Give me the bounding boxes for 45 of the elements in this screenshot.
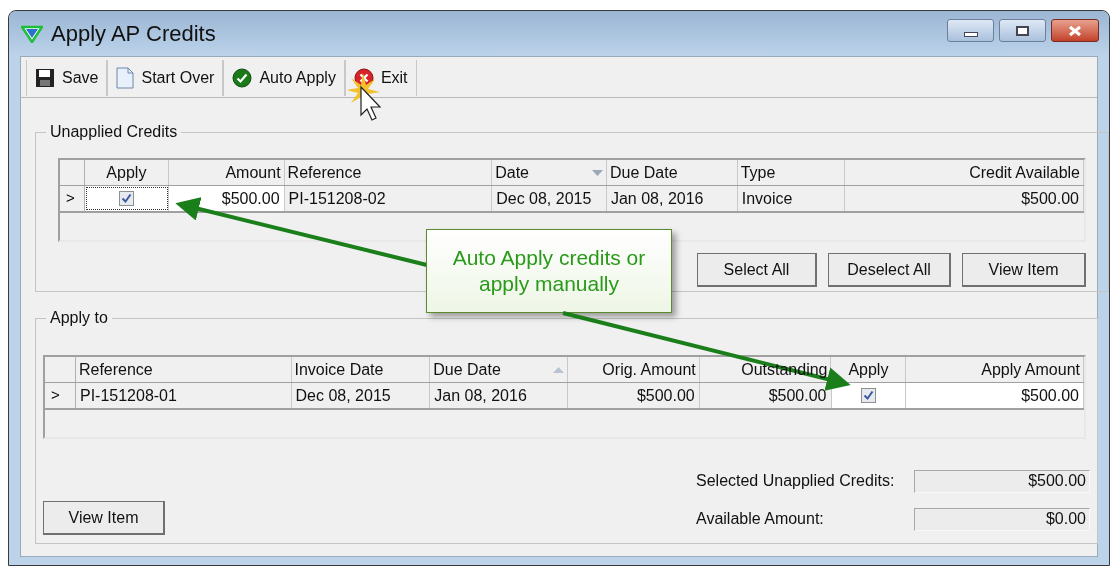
- group-title: Unapplied Credits: [49, 122, 179, 142]
- column-header[interactable]: Apply: [84, 160, 169, 185]
- apply-checkbox[interactable]: [860, 388, 876, 403]
- document-icon: [116, 67, 135, 89]
- group-title: Apply to: [49, 308, 109, 328]
- column-header[interactable]: Apply Amount: [906, 357, 1084, 382]
- column-header[interactable]: Date: [492, 160, 607, 185]
- minimize-button[interactable]: [947, 19, 994, 42]
- column-header[interactable]: Invoice Date: [291, 357, 431, 382]
- checkmark-icon: [232, 68, 253, 88]
- column-header[interactable]: Credit Available: [844, 160, 1084, 185]
- window-title: Apply AP Credits: [51, 20, 216, 48]
- close-button[interactable]: [1051, 19, 1099, 42]
- deselect-all-button[interactable]: Deselect All: [828, 253, 951, 287]
- toolbar-button[interactable]: Start Over: [107, 60, 224, 96]
- select-all-button[interactable]: Select All: [697, 253, 817, 287]
- total-label: Available Amount:: [696, 509, 825, 529]
- checkbox-cell[interactable]: [831, 383, 907, 408]
- maximize-button[interactable]: [999, 19, 1046, 42]
- column-header[interactable]: Amount: [168, 160, 285, 185]
- view-item-button[interactable]: View Item: [43, 501, 165, 535]
- maximize-icon: [1016, 25, 1029, 36]
- table-cell: $500.00: [906, 383, 1084, 408]
- column-header[interactable]: Type: [737, 160, 845, 185]
- callout-text: Auto Apply credits or apply manually: [451, 245, 647, 297]
- sort-ascending-icon: [553, 366, 564, 373]
- column-header[interactable]: Apply: [831, 357, 907, 382]
- total-label: Selected Unapplied Credits:: [696, 471, 896, 491]
- close-icon: [1067, 24, 1083, 37]
- column-header[interactable]: Reference: [284, 160, 493, 185]
- minimize-icon: [963, 31, 978, 37]
- column-header[interactable]: Due Date: [606, 160, 738, 185]
- column-header[interactable]: Orig. Amount: [568, 357, 700, 382]
- checkbox-cell[interactable]: [84, 186, 169, 211]
- sort-descending-icon: [591, 169, 603, 176]
- total-field: $0.00: [914, 507, 1090, 531]
- triangle-logo-icon: [21, 24, 43, 43]
- view-item-button[interactable]: View Item: [962, 253, 1086, 287]
- column-header[interactable]: Due Date: [430, 357, 568, 382]
- cursor-click-drawing: [348, 73, 382, 121]
- column-header[interactable]: Reference: [75, 357, 292, 382]
- toolbar-button[interactable]: Save: [26, 60, 108, 96]
- apply-checkbox[interactable]: [118, 191, 134, 206]
- total-field: $500.00: [914, 469, 1090, 493]
- toolbar-button[interactable]: Auto Apply: [223, 60, 345, 96]
